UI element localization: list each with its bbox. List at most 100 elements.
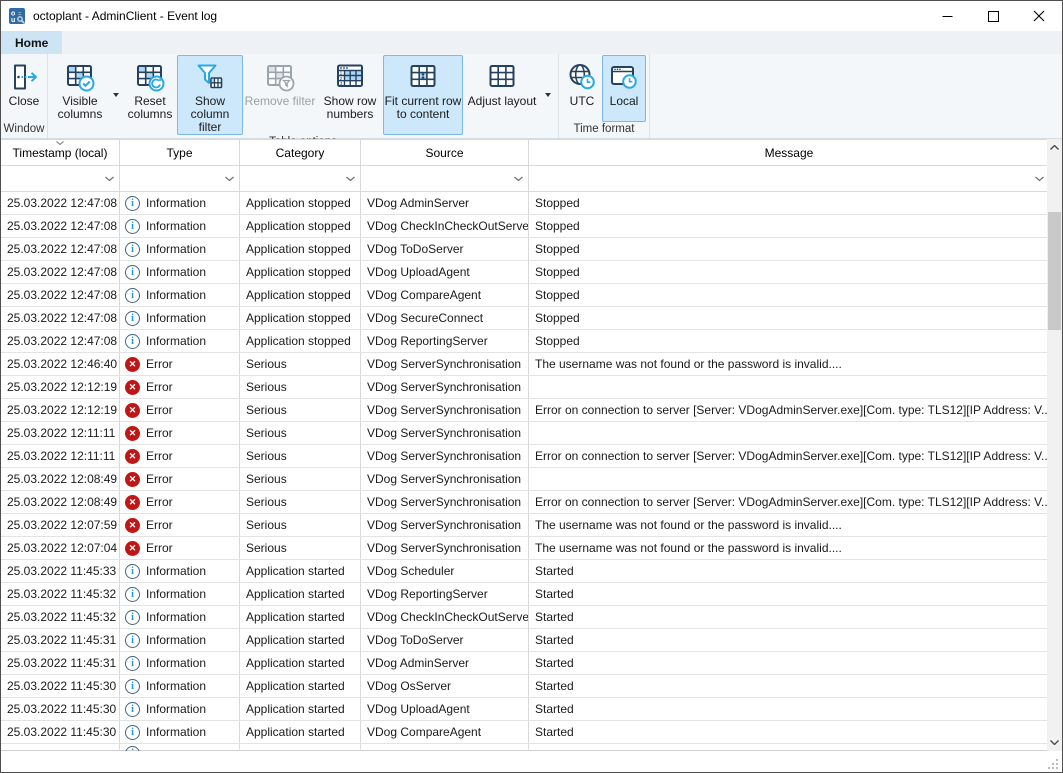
cell-timestamp: 25.03.2022 12:47:08 — [1, 261, 120, 283]
error-icon: ✕ — [125, 518, 140, 533]
visible-columns-dropdown-arrow[interactable] — [109, 55, 123, 135]
cell-category: Application stopped — [240, 330, 361, 352]
cell-category: Application started — [240, 583, 361, 605]
filter-input-source[interactable] — [361, 166, 529, 191]
vertical-scrollbar[interactable] — [1047, 139, 1062, 751]
tab-home[interactable]: Home — [1, 31, 62, 54]
reset-columns-button[interactable]: Reset columns — [123, 55, 177, 135]
filter-dropdown-icon[interactable] — [1034, 176, 1045, 182]
cell-timestamp: 25.03.2022 12:46:40 — [1, 353, 120, 375]
show-row-numbers-button[interactable]: 1 2 3 Show row numbers — [317, 55, 383, 135]
table-row[interactable]: 25.03.2022 11:45:32 i Information Applic… — [1, 583, 1049, 606]
adjust-layout-button[interactable]: Adjust layout — [463, 55, 541, 135]
table-row[interactable]: 25.03.2022 11:45:32 i Information Applic… — [1, 606, 1049, 629]
close-button[interactable]: Close — [4, 55, 44, 122]
column-header-category[interactable]: Category — [240, 140, 361, 165]
table-row[interactable]: 25.03.2022 12:07:59 ✕ Error Serious VDog… — [1, 514, 1049, 537]
cell-type: ✕ Error — [120, 376, 240, 398]
visible-columns-button[interactable]: Visible columns — [51, 55, 109, 135]
filter-dropdown-icon[interactable] — [224, 176, 235, 182]
cell-message — [529, 422, 1049, 444]
table-row[interactable]: 25.03.2022 12:12:19 ✕ Error Serious VDog… — [1, 399, 1049, 422]
local-button[interactable]: Local — [602, 55, 646, 122]
adjust-layout-dropdown-arrow[interactable] — [541, 55, 555, 135]
column-header-source[interactable]: Source — [361, 140, 529, 165]
table-row[interactable]: 25.03.2022 12:12:19 ✕ Error Serious VDog… — [1, 376, 1049, 399]
filter-input-category[interactable] — [240, 166, 361, 191]
cell-type-label: Information — [146, 242, 206, 256]
table-row[interactable]: 25.03.2022 12:11:11 ✕ Error Serious VDog… — [1, 445, 1049, 468]
sort-descending-icon — [55, 140, 65, 146]
cell-message: Stopped — [529, 330, 1049, 352]
cell-category: Application started — [240, 652, 361, 674]
window-clock-icon — [608, 59, 640, 95]
table-row[interactable]: 25.03.2022 12:08:49 ✕ Error Serious VDog… — [1, 468, 1049, 491]
table-row[interactable]: 25.03.2022 12:47:08 i Information Applic… — [1, 284, 1049, 307]
scroll-down-button[interactable] — [1047, 734, 1062, 751]
cell-type: i Information — [120, 560, 240, 582]
scrollbar-thumb[interactable] — [1048, 212, 1061, 330]
table-row[interactable]: 25.03.2022 11:45:30 i Information Applic… — [1, 698, 1049, 721]
filter-dropdown-icon[interactable] — [513, 176, 524, 182]
cell-message: Error on connection to server [Server: V… — [529, 399, 1049, 421]
table-row[interactable]: 25.03.2022 11:45:33 i Information Applic… — [1, 560, 1049, 583]
resize-grip-icon[interactable] — [1046, 757, 1059, 770]
filter-dropdown-icon[interactable] — [104, 176, 115, 182]
filter-input-type[interactable] — [120, 166, 240, 191]
column-header-message[interactable]: Message — [529, 140, 1049, 165]
cell-category: Serious — [240, 422, 361, 444]
cell-timestamp: 25.03.2022 11:45:33 — [1, 560, 120, 582]
cell-source: VDog Scheduler — [361, 560, 529, 582]
close-icon — [1033, 10, 1045, 22]
column-header-type[interactable]: Type — [120, 140, 240, 165]
table-row[interactable]: 25.03.2022 12:07:04 ✕ Error Serious VDog… — [1, 537, 1049, 560]
info-icon: i — [125, 656, 140, 671]
table-row[interactable]: 25.03.2022 12:08:49 ✕ Error Serious VDog… — [1, 491, 1049, 514]
table-row[interactable]: 25.03.2022 12:11:11 ✕ Error Serious VDog… — [1, 422, 1049, 445]
cell-source: VDog ServerSynchronisation — [361, 353, 529, 375]
minimize-button[interactable] — [924, 1, 970, 31]
grid-reset-icon — [134, 59, 166, 95]
close-window-button[interactable] — [1016, 1, 1062, 31]
filter-input-timestamp[interactable] — [1, 166, 120, 191]
cell-category: Serious — [240, 376, 361, 398]
cell-type: i Information — [120, 652, 240, 674]
cell-type: i Information — [120, 192, 240, 214]
table-row[interactable]: 25.03.2022 12:47:08 i Information Applic… — [1, 307, 1049, 330]
filter-dropdown-icon[interactable] — [345, 176, 356, 182]
reset-columns-label: Reset columns — [124, 95, 176, 121]
table-row[interactable]: 25.03.2022 11:45:30 i Information Applic… — [1, 675, 1049, 698]
utc-button[interactable]: UTC — [562, 55, 602, 122]
remove-filter-button[interactable]: Remove filter — [243, 55, 317, 135]
scroll-up-button[interactable] — [1047, 139, 1062, 156]
octoplant-logo-icon: o = u — [9, 8, 25, 24]
cell-message: Error on connection to server [Server: V… — [529, 491, 1049, 513]
cell-source: VDog UploadAgent — [361, 698, 529, 720]
cell-timestamp: 25.03.2022 11:45:32 — [1, 606, 120, 628]
cell-type: ✕ Error — [120, 468, 240, 490]
table-row[interactable]: 25.03.2022 11:45:30 i Information Applic… — [1, 721, 1049, 744]
table-row[interactable]: 25.03.2022 12:47:08 i Information Applic… — [1, 215, 1049, 238]
cell-source: VDog AdminServer — [361, 192, 529, 214]
table-row[interactable]: 25.03.2022 11:45:31 i Information Applic… — [1, 629, 1049, 652]
cell-type-label: Information — [146, 196, 206, 210]
maximize-button[interactable] — [970, 1, 1016, 31]
table-row[interactable]: 25.03.2022 12:46:40 ✕ Error Serious VDog… — [1, 353, 1049, 376]
cell-type: i Information — [120, 330, 240, 352]
cell-type: i Information — [120, 215, 240, 237]
table-row[interactable]: 25.03.2022 12:47:08 i Information Applic… — [1, 261, 1049, 284]
show-column-filter-button[interactable]: Show column filter — [177, 55, 243, 135]
table-row[interactable]: 25.03.2022 12:47:08 i Information Applic… — [1, 330, 1049, 353]
table-row[interactable]: 25.03.2022 12:47:08 i Information Applic… — [1, 192, 1049, 215]
table-row[interactable]: 25.03.2022 12:47:08 i Information Applic… — [1, 238, 1049, 261]
cell-message: Stopped — [529, 284, 1049, 306]
cell-message: Started — [529, 721, 1049, 743]
info-icon: i — [125, 219, 140, 234]
cell-category: Serious — [240, 399, 361, 421]
table-row[interactable]: 25.03.2022 11:45:31 i Information Applic… — [1, 652, 1049, 675]
cell-type-label: Error — [146, 426, 173, 440]
column-header-timestamp[interactable]: Timestamp (local) — [1, 140, 120, 165]
filter-input-message[interactable] — [529, 166, 1049, 191]
show-column-filter-label: Show column filter — [178, 95, 242, 134]
fit-current-row-button[interactable]: Fit current row to content — [383, 55, 463, 135]
